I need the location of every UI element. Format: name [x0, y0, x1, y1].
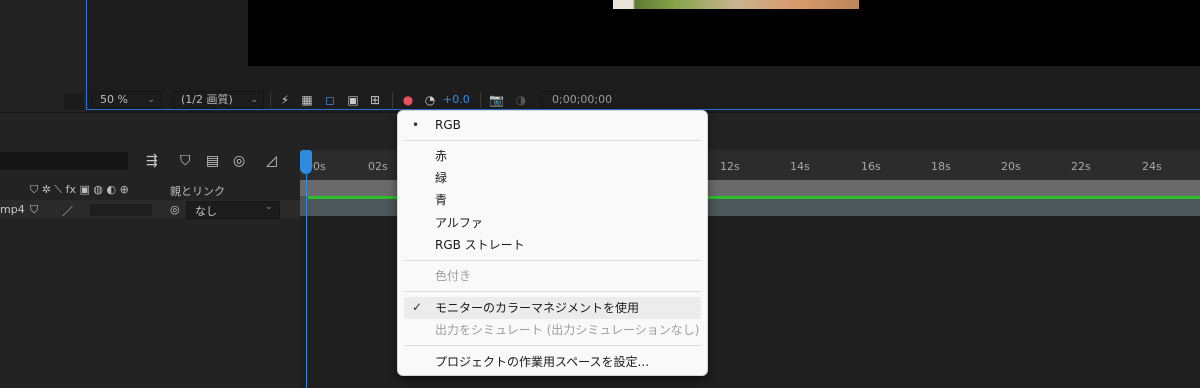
reset-exposure-icon[interactable]: ◔ [423, 93, 437, 107]
playhead-line[interactable] [306, 150, 307, 388]
chevron-down-icon: ⌄ [265, 202, 273, 212]
menu-item-rgb[interactable]: RGB [435, 117, 461, 133]
frame-blending-icon[interactable]: ▤ [206, 153, 219, 169]
graph-editor-icon[interactable]: ◿ [266, 153, 277, 169]
motion-blur-icon[interactable]: ◎ [233, 153, 245, 169]
resolution-value: (1/2 画質) [181, 93, 233, 106]
region-of-interest-icon[interactable]: ▣ [346, 93, 360, 107]
fast-preview-icon[interactable]: ⚡ [278, 93, 292, 107]
menu-item-alpha[interactable]: アルファ [435, 215, 483, 231]
ruler-label: 12s [720, 160, 740, 173]
menu-item-project-working-space[interactable]: プロジェクトの作業用スペースを設定... [435, 354, 649, 370]
parent-column-header: 親とリンク [170, 185, 225, 198]
menu-separator [404, 345, 701, 346]
ruler-label: 16s [861, 160, 881, 173]
exposure-value[interactable]: +0.0 [443, 93, 470, 106]
chevron-down-icon: ⌄ [147, 95, 155, 105]
menu-item-monitor-color-management[interactable]: モニターのカラーマネジメントを使用 [435, 300, 639, 316]
switches-icons: ⛉ ✲ ⟍ fx ▣ ◍ ◐ ⊕ [30, 183, 129, 196]
shy-layers-icon[interactable]: ⛉ [180, 153, 191, 169]
playhead-handle[interactable] [300, 150, 312, 174]
parent-value: なし [195, 205, 217, 218]
channel-context-menu: • RGB 赤 緑 青 アルファ RGB ストレート 色付き ✓ モニターのカラ… [397, 110, 708, 376]
mask-visibility-icon[interactable]: ◻ [323, 93, 337, 107]
menu-item-simulate-output: 出力をシミュレート (出力シミュレーションなし) [435, 323, 700, 337]
toolbar-divider [392, 92, 393, 108]
switch-boxes[interactable] [90, 204, 152, 216]
menu-separator [404, 291, 701, 292]
ruler-label: 24s [1142, 160, 1162, 173]
composition-flowchart-icon[interactable]: ⇶ [146, 153, 158, 169]
checkmark-icon: ✓ [412, 300, 423, 314]
channel-icon[interactable]: ● [401, 93, 415, 107]
selected-bullet-icon: • [412, 118, 420, 132]
parent-dropdown[interactable]: なし ⌄ [186, 201, 280, 219]
layer-column-headers: ⛉ ✲ ⟍ fx ▣ ◍ ◐ ⊕ 親とリンク [0, 181, 300, 199]
current-time-field[interactable]: 0;00;00;00 [541, 91, 613, 109]
show-snapshot-icon[interactable]: ◑ [514, 93, 528, 107]
resolution-dropdown[interactable]: (1/2 画質) ⌄ [172, 91, 264, 109]
ruler-label: 14s [790, 160, 810, 173]
menu-item-blue[interactable]: 青 [435, 192, 447, 208]
grid-guides-icon[interactable]: ⊞ [368, 93, 382, 107]
ruler-label: 02s [368, 160, 388, 173]
camera-snapshot-icon[interactable]: 📷 [489, 93, 504, 107]
menu-item-rgb-straight[interactable]: RGB ストレート [435, 237, 525, 253]
pickwhip-icon[interactable]: ◎ [170, 203, 180, 216]
toolbar-divider [270, 92, 271, 108]
shy-switch-icon[interactable]: ⛉ [30, 203, 38, 217]
menu-separator [404, 140, 701, 141]
panel-scrollbar[interactable] [64, 94, 84, 110]
layer-name: mp4 [0, 203, 25, 216]
project-panel-edge [0, 0, 86, 112]
transparency-grid-icon[interactable]: ▦ [300, 93, 314, 107]
ruler-label: 18s [931, 160, 951, 173]
ruler-label: 20s [1001, 160, 1021, 173]
ruler-label: 22s [1071, 160, 1091, 173]
toolbar-divider [480, 92, 481, 108]
layer-row[interactable]: mp4 ⛉ ／ ◎ なし ⌄ [0, 200, 300, 219]
chevron-down-icon: ⌄ [250, 95, 258, 105]
layer-search-input[interactable] [0, 152, 128, 170]
menu-item-green[interactable]: 緑 [435, 170, 447, 186]
magnification-value: 50 % [100, 93, 128, 106]
quality-switch-icon[interactable]: ／ [62, 203, 73, 219]
menu-item-colorize: 色付き [435, 269, 472, 283]
magnification-dropdown[interactable]: 50 % ⌄ [91, 91, 161, 109]
menu-separator [404, 260, 701, 261]
menu-item-red[interactable]: 赤 [435, 148, 447, 164]
